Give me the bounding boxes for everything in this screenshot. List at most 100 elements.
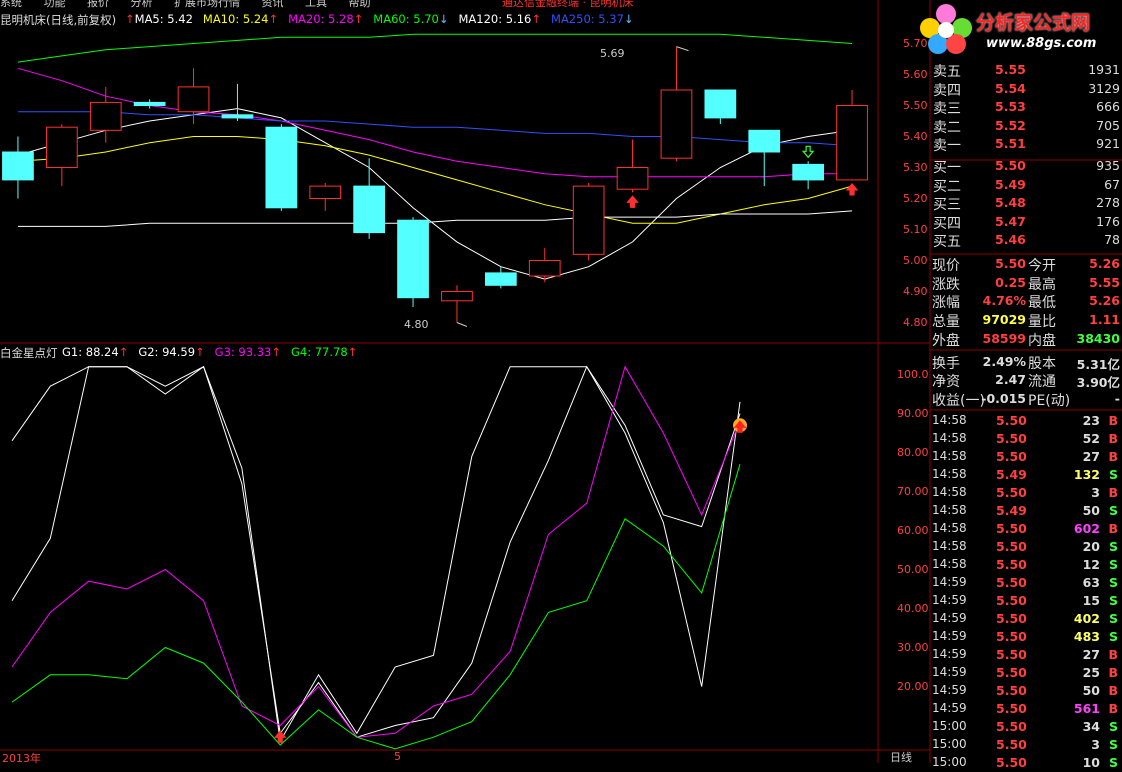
trade-time: 14:58: [932, 539, 967, 553]
trade-row[interactable]: 14:59 5.50 50 B: [930, 682, 1122, 700]
trade-side: B: [1108, 701, 1118, 716]
ask-row[interactable]: 卖五 5.55 1931: [930, 61, 1122, 80]
quote-level-label: 买三: [933, 197, 961, 214]
buy-signal-icon: [626, 195, 639, 208]
candle[interactable]: [792, 161, 825, 190]
trade-row[interactable]: 14:59 5.50 483 S: [930, 628, 1122, 646]
menu-item-quote[interactable]: 报价: [87, 0, 109, 9]
trade-row[interactable]: 14:58 5.50 23 B: [930, 412, 1122, 430]
trade-volume: 402: [1073, 611, 1100, 626]
trade-price: 5.49: [996, 467, 1027, 482]
bid-row[interactable]: 买二 5.49 67: [930, 176, 1122, 195]
trade-row[interactable]: 15:00 5.50 10 S: [930, 754, 1122, 772]
ma-legend-label: MA10: 5.24: [202, 12, 269, 26]
stat-label: 总量: [932, 314, 960, 331]
candle[interactable]: [528, 248, 561, 283]
trade-price: 5.50: [996, 521, 1027, 536]
trade-row[interactable]: 14:58 5.50 602 B: [930, 520, 1122, 538]
ask-row[interactable]: 卖四 5.54 3129: [930, 80, 1122, 99]
indicator-line-g3: [11, 365, 741, 738]
trade-side: S: [1108, 503, 1118, 518]
menu-item-system[interactable]: 系统: [0, 0, 22, 9]
trade-row[interactable]: 15:00 5.50 3 S: [930, 736, 1122, 754]
stat-label: 流通: [1028, 374, 1056, 391]
quote-level-label: 卖五: [933, 64, 961, 80]
stat-value: 5.31亿: [1076, 356, 1120, 372]
indicator-legend-label: G2: 94.59: [138, 345, 196, 359]
bid-row[interactable]: 买一 5.50 935: [930, 157, 1122, 176]
trade-time: 15:00: [932, 719, 967, 733]
trade-row[interactable]: 14:59 5.50 402 S: [930, 610, 1122, 628]
arrow-up-icon: ↑: [125, 12, 135, 26]
menu-item-tools[interactable]: 工具: [305, 0, 327, 9]
quote-volume: 921: [1096, 136, 1120, 152]
trade-side: B: [1108, 665, 1118, 680]
trade-volume: 27: [1082, 647, 1100, 662]
trade-row[interactable]: 14:59 5.50 63 S: [930, 574, 1122, 592]
candle[interactable]: [265, 124, 298, 211]
trade-volume: 483: [1073, 629, 1100, 644]
trade-volume: 25: [1082, 665, 1100, 680]
ask-row[interactable]: 卖一 5.51 921: [930, 135, 1122, 154]
trade-row[interactable]: 14:59 5.50 561 B: [930, 700, 1122, 718]
candle[interactable]: [45, 124, 78, 187]
trade-price: 5.49: [996, 503, 1027, 518]
candle[interactable]: [704, 89, 737, 125]
quote-volume: 67: [1104, 176, 1120, 192]
trade-volume: 20: [1082, 539, 1100, 554]
trade-row[interactable]: 14:58 5.50 3 B: [930, 484, 1122, 502]
candle[interactable]: [309, 183, 342, 211]
trade-side: S: [1108, 737, 1118, 752]
ma-legend-2: MA20: 5.28↑: [288, 12, 363, 26]
menu-item-news[interactable]: 资讯: [262, 0, 284, 9]
trade-time: 15:00: [932, 737, 967, 751]
bid-row[interactable]: 买三 5.48 278: [930, 194, 1122, 214]
ask-row[interactable]: 卖三 5.53 666: [930, 98, 1122, 117]
trade-row[interactable]: 14:58 5.50 12 S: [930, 556, 1122, 574]
candle[interactable]: [441, 285, 473, 323]
stock-terminal: 系统 功能 报价 分析 扩展市场行情 资讯 工具 帮助 通达信金融终端 · 昆明…: [0, 0, 1122, 770]
candle[interactable]: [89, 86, 122, 143]
menu-bar[interactable]: 系统 功能 报价 分析 扩展市场行情 资讯 工具 帮助 通达信金融终端 · 昆明…: [0, 0, 652, 9]
stat-row: 换手 2.49% 股本 5.31亿: [930, 353, 1122, 372]
trade-side: S: [1108, 557, 1118, 572]
menu-item-analysis[interactable]: 分析: [131, 0, 153, 9]
trade-side: B: [1108, 449, 1118, 464]
candle[interactable]: [353, 158, 386, 239]
bid-row[interactable]: 买四 5.47 176: [930, 213, 1122, 232]
candle[interactable]: [572, 183, 605, 261]
trade-row[interactable]: 15:00 5.50 34 S: [930, 718, 1122, 736]
trade-row[interactable]: 14:59 5.50 25 B: [930, 664, 1122, 682]
price-axis-label: 5.10: [903, 222, 928, 236]
trade-row[interactable]: 14:58 5.50 20 S: [930, 538, 1122, 556]
high-annotation: 5.69: [600, 47, 625, 60]
candle[interactable]: [397, 217, 429, 307]
candle[interactable]: [748, 129, 781, 187]
low-marker: [456, 322, 468, 327]
menu-item-extended[interactable]: 扩展市场行情: [174, 0, 240, 9]
bid-row[interactable]: 买五 5.46 78: [930, 231, 1122, 250]
trade-row[interactable]: 14:59 5.50 15 S: [930, 592, 1122, 610]
trade-row[interactable]: 14:58 5.49 132 S: [930, 466, 1122, 484]
candle[interactable]: [221, 83, 254, 121]
price-axis-label: 4.80: [903, 315, 928, 329]
candle[interactable]: [660, 46, 693, 162]
trade-row[interactable]: 14:59 5.50 27 B: [930, 646, 1122, 664]
ask-row[interactable]: 卖二 5.52 705: [930, 117, 1122, 136]
candle[interactable]: [2, 136, 34, 199]
trade-row[interactable]: 14:58 5.50 52 B: [930, 430, 1122, 448]
ma-legend-1: MA10: 5.24↑: [203, 12, 278, 26]
trade-side: B: [1108, 647, 1118, 662]
buy-signal-icon: [845, 182, 859, 196]
indicator-legend-label: G1: 88.24: [62, 345, 119, 359]
indicator-axis-label: 30.00: [897, 640, 929, 654]
trade-volume: 50: [1082, 683, 1100, 698]
promo-banner[interactable]: 通达信金融终端 · 昆明机床: [502, 0, 634, 9]
menu-item-function[interactable]: 功能: [44, 0, 66, 9]
quote-level-label: 卖二: [933, 119, 961, 136]
candle[interactable]: [616, 139, 649, 193]
candle[interactable]: [836, 90, 868, 181]
menu-item-help[interactable]: 帮助: [349, 0, 371, 9]
trade-row[interactable]: 14:58 5.50 27 B: [930, 448, 1122, 466]
trade-row[interactable]: 14:58 5.49 50 S: [930, 502, 1122, 520]
